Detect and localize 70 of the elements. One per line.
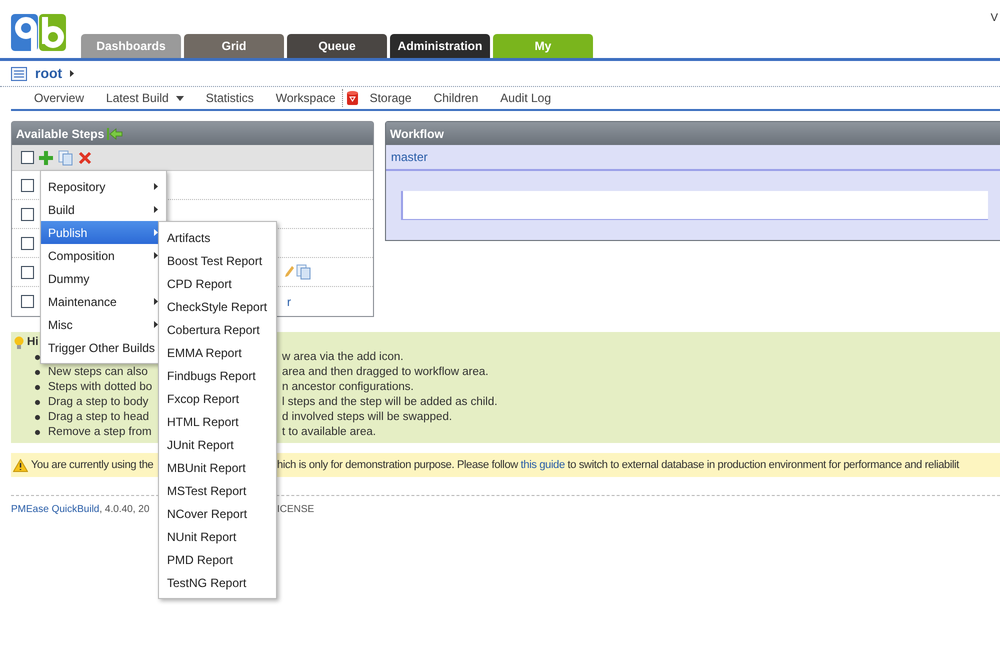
version-text: , 4.0.40, 20 bbox=[99, 504, 150, 515]
panel-title: Available Steps bbox=[16, 126, 104, 142]
menu-item[interactable]: NUnit Report bbox=[159, 525, 276, 548]
nav-link[interactable]: Children bbox=[434, 89, 478, 107]
menu-item[interactable]: Findbugs Report bbox=[159, 364, 276, 387]
checkbox[interactable] bbox=[21, 295, 34, 308]
nav-tab[interactable]: Administration bbox=[390, 34, 490, 58]
bullet-icon bbox=[35, 430, 40, 435]
menu-item[interactable]: TestNG Report bbox=[159, 571, 276, 594]
list-icon bbox=[11, 66, 27, 80]
checkbox[interactable] bbox=[21, 236, 34, 250]
copy-icon[interactable] bbox=[296, 264, 312, 280]
license-text: ICENSE bbox=[277, 503, 314, 517]
checkbox[interactable] bbox=[21, 266, 34, 278]
nav-link[interactable]: Storage bbox=[370, 89, 412, 107]
menu-item[interactable]: MBUnit Report bbox=[159, 456, 276, 479]
hint-text: area and then dragged to workflow area. bbox=[282, 365, 488, 380]
hint-text: t to available area. bbox=[282, 425, 376, 440]
step-name-fragment: r bbox=[287, 294, 291, 310]
hint-text: l steps and the step will be added as child. bbox=[282, 395, 498, 410]
workflow-tab[interactable]: master bbox=[391, 148, 428, 166]
checkbox[interactable] bbox=[21, 151, 34, 164]
product-link[interactable]: PMEase QuickBuild bbox=[11, 504, 100, 515]
menu-item[interactable]: EMMA Report bbox=[159, 341, 276, 364]
breadcrumb-link[interactable]: root bbox=[35, 63, 62, 84]
nav-link[interactable]: Latest Build bbox=[106, 89, 169, 107]
menu-item[interactable]: Fxcop Report bbox=[159, 387, 276, 410]
hint-text: Drag a step to head bbox=[48, 411, 150, 423]
hint-text: w area via the add icon. bbox=[282, 350, 404, 365]
nav-link[interactable]: Workspace bbox=[276, 89, 336, 107]
checkbox[interactable] bbox=[21, 178, 34, 192]
delete-icon[interactable] bbox=[78, 150, 92, 164]
logo-icon[interactable] bbox=[11, 14, 66, 51]
menu-item[interactable]: JUnit Report bbox=[159, 433, 276, 456]
hint-text: Remove a step from bbox=[48, 426, 152, 438]
hint-text: Steps with dotted bo bbox=[48, 381, 152, 393]
checkbox[interactable] bbox=[21, 208, 34, 220]
nav-tab[interactable]: Grid bbox=[184, 34, 284, 58]
menu-item[interactable]: Boost Test Report bbox=[159, 249, 276, 272]
bullet-icon bbox=[35, 355, 40, 360]
dropdown-caret-icon[interactable] bbox=[176, 96, 184, 100]
hint-text: New steps can also bbox=[48, 366, 148, 378]
bullet-icon bbox=[35, 385, 40, 390]
hints-title: Hi bbox=[27, 335, 38, 350]
menu-item[interactable]: Build bbox=[41, 198, 166, 221]
menu-item[interactable]: HTML Report bbox=[159, 410, 276, 433]
panel-title: Workflow bbox=[390, 126, 444, 142]
menu-item[interactable]: Cobertura Report bbox=[159, 318, 276, 341]
menu-item[interactable]: PMD Report bbox=[159, 548, 276, 571]
nav-tab[interactable]: Queue bbox=[287, 34, 387, 58]
hint-text: d involved steps will be swapped. bbox=[282, 410, 452, 425]
warning-text: hich is only for demonstration purpose. Please follow this guide to switch to external database in production environment for performance and reliabilit bbox=[277, 458, 960, 473]
menu-item[interactable]: NCover Report bbox=[159, 502, 276, 525]
warning-text: You are currently using the bbox=[31, 458, 154, 471]
bullet-icon bbox=[35, 415, 40, 420]
nav-link[interactable]: Statistics bbox=[206, 89, 254, 107]
bullet-icon bbox=[35, 370, 40, 375]
nav-link[interactable]: Audit Log bbox=[500, 89, 552, 107]
nav-link[interactable]: Overview bbox=[34, 89, 84, 107]
bullet-icon bbox=[35, 400, 40, 405]
menu-item[interactable]: Repository bbox=[41, 175, 166, 198]
corner-text: V bbox=[990, 11, 998, 26]
hint-text: n ancestor configurations. bbox=[282, 380, 414, 395]
menu-item[interactable]: MSTest Report bbox=[159, 479, 276, 502]
lightbulb-icon bbox=[14, 336, 24, 350]
caret-icon[interactable] bbox=[70, 70, 74, 77]
database-icon[interactable] bbox=[346, 91, 358, 105]
warning-icon bbox=[13, 458, 28, 472]
guide-link[interactable]: this guide bbox=[520, 458, 565, 471]
hint-text: Drag a step to body bbox=[48, 396, 148, 408]
